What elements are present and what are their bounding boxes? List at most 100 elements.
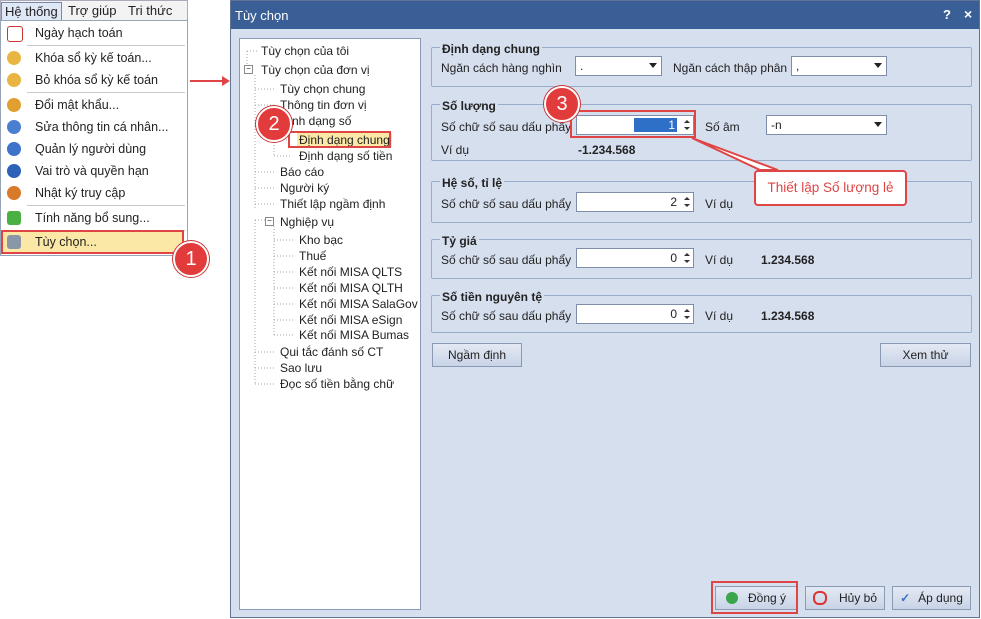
stepper-down-icon[interactable] bbox=[684, 204, 690, 207]
tree-item-thue[interactable]: Thuế bbox=[299, 249, 326, 263]
tree-item-dinh-dang-so-tien[interactable]: Định dạng số tiền bbox=[299, 149, 392, 163]
coefficient-decimals-stepper[interactable]: 2 bbox=[576, 192, 694, 212]
thousand-separator-select[interactable]: . bbox=[575, 56, 662, 76]
group-title: Hệ số, tỉ lệ bbox=[440, 176, 505, 190]
dialog-title: Tùy chọn bbox=[235, 8, 289, 23]
chevron-down-icon bbox=[874, 63, 882, 68]
tree-item-ket-noi-bumas[interactable]: Kết nối MISA Bumas bbox=[299, 328, 409, 342]
chevron-down-icon bbox=[649, 63, 657, 68]
step-badge-2: 2 bbox=[256, 106, 292, 142]
tree-item-dinh-dang-so[interactable]: nh dạng số bbox=[292, 114, 351, 128]
group-foreign-currency: Số tiền nguyên tệ Số chữ số sau dấu phẩy… bbox=[431, 290, 972, 333]
menu-item-doi-mat-khau[interactable]: Đổi mật khẩu... bbox=[3, 95, 184, 115]
rate-example-value: 1.234.568 bbox=[761, 253, 815, 267]
currency-example-value: 1.234.568 bbox=[761, 309, 815, 323]
tree-item-ket-noi-salagov[interactable]: Kết nối MISA SalaGov bbox=[299, 297, 418, 311]
cancel-icon bbox=[812, 591, 827, 605]
currency-decimals-stepper[interactable]: 0 bbox=[576, 304, 694, 324]
lock-icon bbox=[7, 51, 21, 65]
close-button[interactable]: × bbox=[964, 6, 972, 22]
tree-item-nghiep-vu[interactable]: Nghiệp vụ bbox=[280, 215, 334, 229]
stepper-down-icon[interactable] bbox=[684, 316, 690, 319]
decimal-separator-select[interactable]: , bbox=[791, 56, 887, 76]
menu-tro-giup[interactable]: Trợ giúp bbox=[65, 2, 120, 20]
group-title: Số lượng bbox=[440, 99, 498, 113]
menu-tri-thuc[interactable]: Tri thức bbox=[125, 2, 175, 20]
tree-item-ket-noi-qlts[interactable]: Kết nối MISA QLTS bbox=[299, 265, 402, 279]
tree-item-thiet-lap-ngam-dinh[interactable]: Thiết lập ngầm định bbox=[280, 197, 385, 211]
highlight-ok-button bbox=[711, 581, 798, 614]
menu-item-vai-tro[interactable]: Vai trò và quyền hạn bbox=[3, 161, 184, 181]
tree-item-doc-so-tien[interactable]: Đọc số tiền bằng chữ bbox=[280, 377, 394, 391]
tree-item-tuy-chon-cua-toi[interactable]: Tùy chọn của tôi bbox=[261, 44, 349, 58]
collapse-icon[interactable]: − bbox=[244, 65, 253, 74]
log-icon bbox=[7, 186, 21, 200]
highlight-quantity-decimals bbox=[570, 110, 696, 138]
stepper-up-icon[interactable] bbox=[684, 309, 690, 312]
quantity-example-label: Ví dụ bbox=[441, 143, 470, 157]
group-title: Tỷ giá bbox=[440, 234, 479, 248]
key-icon bbox=[7, 98, 21, 112]
negative-format-select[interactable]: -n bbox=[766, 115, 887, 135]
quantity-decimals-label: Số chữ số sau dấu phẩy bbox=[441, 120, 572, 134]
user-edit-icon bbox=[7, 120, 21, 134]
tree-item-nguoi-ky[interactable]: Người ký bbox=[280, 181, 329, 195]
menu-item-ngay-hach-toan[interactable]: Ngày hạch toán bbox=[3, 23, 184, 43]
collapse-icon[interactable]: − bbox=[265, 217, 274, 226]
tree-item-ket-noi-qlth[interactable]: Kết nối MISA QLTH bbox=[299, 281, 403, 295]
group-exchange-rate: Tỷ giá Số chữ số sau dấu phẩy 0 Ví dụ 1.… bbox=[431, 234, 972, 279]
rate-example-label: Ví dụ bbox=[705, 253, 734, 267]
tree-item-bao-cao[interactable]: Báo cáo bbox=[280, 165, 324, 179]
system-dropdown-menu: Ngày hạch toán Khóa sổ kỳ kế toán... Bỏ … bbox=[0, 20, 188, 256]
callout-pointer bbox=[691, 137, 779, 171]
menu-bar: Hệ thống Trợ giúp Tri thức bbox=[0, 0, 188, 22]
tree-item-tuy-chon-chung[interactable]: Tùy chọn chung bbox=[280, 82, 365, 96]
arrow-right-icon bbox=[190, 76, 230, 86]
menu-item-nhat-ky[interactable]: Nhật ký truy cập bbox=[3, 183, 184, 203]
currency-decimals-label: Số chữ số sau dấu phẩy bbox=[441, 309, 572, 323]
options-dialog: Tùy chọn ? × Tùy chọn của tôi − Tùy chọn… bbox=[230, 0, 980, 618]
stepper-up-icon[interactable] bbox=[684, 253, 690, 256]
coefficient-example-label: Ví dụ bbox=[705, 197, 734, 211]
group-title: Định dạng chung bbox=[440, 42, 542, 56]
group-title: Số tiền nguyên tệ bbox=[440, 290, 545, 304]
users-icon bbox=[7, 142, 21, 156]
currency-example-label: Ví dụ bbox=[705, 309, 734, 323]
preview-button[interactable]: Xem thử bbox=[880, 343, 971, 367]
rate-decimals-stepper[interactable]: 0 bbox=[576, 248, 694, 268]
checkmark-icon: ✓ bbox=[900, 591, 911, 605]
highlight-dinh-dang-chung bbox=[288, 131, 391, 148]
stepper-down-icon[interactable] bbox=[684, 260, 690, 263]
menu-item-sua-thong-tin[interactable]: Sửa thông tin cá nhân... bbox=[3, 117, 184, 137]
menu-item-quan-ly-nguoi-dung[interactable]: Quản lý người dùng bbox=[3, 139, 184, 159]
coefficient-decimals-label: Số chữ số sau dấu phẩy bbox=[441, 197, 572, 211]
calendar-icon bbox=[7, 26, 23, 42]
tree-item-ket-noi-esign[interactable]: Kết nối MISA eSign bbox=[299, 313, 402, 327]
group-general-format: Định dạng chung Ngăn cách hàng nghìn . N… bbox=[431, 42, 972, 87]
chevron-down-icon bbox=[874, 122, 882, 127]
menu-item-khoa-so[interactable]: Khóa sổ kỳ kế toán... bbox=[3, 48, 184, 68]
unlock-icon bbox=[7, 73, 21, 87]
menu-item-bo-khoa-so[interactable]: Bỏ khóa sổ kỳ kế toán bbox=[3, 70, 184, 90]
tree-item-thong-tin-don-vi[interactable]: Thông tin đơn vị bbox=[280, 98, 367, 112]
tree-item-kho-bac[interactable]: Kho bạc bbox=[299, 233, 343, 247]
stepper-up-icon[interactable] bbox=[684, 197, 690, 200]
tree-item-tuy-chon-cua-don-vi[interactable]: Tùy chọn của đơn vị bbox=[261, 63, 370, 77]
puzzle-icon bbox=[7, 211, 21, 225]
tree-item-sao-luu[interactable]: Sao lưu bbox=[280, 361, 322, 375]
step-badge-1: 1 bbox=[173, 241, 209, 277]
dialog-titlebar: Tùy chọn ? × bbox=[231, 1, 979, 29]
menu-he-thong[interactable]: Hệ thống bbox=[1, 2, 62, 22]
apply-button[interactable]: ✓ Áp dụng bbox=[892, 586, 971, 610]
tree-item-qui-tac-danh-so[interactable]: Qui tắc đánh số CT bbox=[280, 345, 383, 359]
help-button[interactable]: ? bbox=[943, 7, 951, 22]
negative-format-label: Số âm bbox=[705, 120, 740, 134]
menu-item-tinh-nang-bo-sung[interactable]: Tính năng bổ sung... bbox=[3, 208, 184, 228]
role-icon bbox=[7, 164, 21, 178]
default-button[interactable]: Ngầm định bbox=[432, 343, 522, 367]
decimal-separator-label: Ngăn cách thập phân bbox=[673, 61, 788, 75]
callout-note: Thiết lập Số lượng lẻ bbox=[754, 170, 907, 206]
quantity-example-value: -1.234.568 bbox=[578, 143, 636, 157]
cancel-button[interactable]: Hủy bỏ bbox=[805, 586, 885, 610]
rate-decimals-label: Số chữ số sau dấu phẩy bbox=[441, 253, 572, 267]
